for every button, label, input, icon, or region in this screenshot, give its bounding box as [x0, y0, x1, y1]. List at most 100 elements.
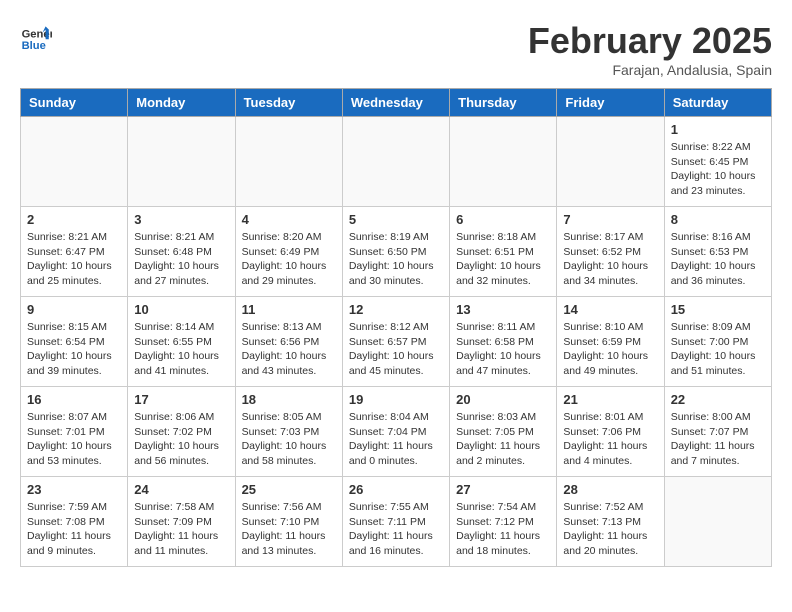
day-info: Sunrise: 8:20 AM Sunset: 6:49 PM Dayligh… [242, 230, 336, 289]
day-number: 2 [27, 212, 121, 227]
day-info: Sunrise: 8:12 AM Sunset: 6:57 PM Dayligh… [349, 320, 443, 379]
day-info: Sunrise: 7:55 AM Sunset: 7:11 PM Dayligh… [349, 500, 443, 559]
calendar-cell: 18 Sunrise: 8:05 AM Sunset: 7:03 PM Dayli… [235, 387, 342, 477]
day-number: 9 [27, 302, 121, 317]
day-info: Sunrise: 7:56 AM Sunset: 7:10 PM Dayligh… [242, 500, 336, 559]
calendar-cell: 12 Sunrise: 8:12 AM Sunset: 6:57 PM Dayli… [342, 297, 449, 387]
day-number: 15 [671, 302, 765, 317]
day-info: Sunrise: 8:07 AM Sunset: 7:01 PM Dayligh… [27, 410, 121, 469]
calendar-cell: 4 Sunrise: 8:20 AM Sunset: 6:49 PM Daylig… [235, 207, 342, 297]
day-info: Sunrise: 7:59 AM Sunset: 7:08 PM Dayligh… [27, 500, 121, 559]
calendar-cell: 13 Sunrise: 8:11 AM Sunset: 6:58 PM Dayli… [450, 297, 557, 387]
day-info: Sunrise: 8:15 AM Sunset: 6:54 PM Dayligh… [27, 320, 121, 379]
day-number: 7 [563, 212, 657, 227]
day-info: Sunrise: 8:11 AM Sunset: 6:58 PM Dayligh… [456, 320, 550, 379]
calendar-cell [557, 117, 664, 207]
calendar-cell: 10 Sunrise: 8:14 AM Sunset: 6:55 PM Dayli… [128, 297, 235, 387]
day-number: 27 [456, 482, 550, 497]
day-info: Sunrise: 8:09 AM Sunset: 7:00 PM Dayligh… [671, 320, 765, 379]
day-info: Sunrise: 7:54 AM Sunset: 7:12 PM Dayligh… [456, 500, 550, 559]
day-info: Sunrise: 8:01 AM Sunset: 7:06 PM Dayligh… [563, 410, 657, 469]
day-info: Sunrise: 8:13 AM Sunset: 6:56 PM Dayligh… [242, 320, 336, 379]
day-number: 5 [349, 212, 443, 227]
calendar-cell: 8 Sunrise: 8:16 AM Sunset: 6:53 PM Daylig… [664, 207, 771, 297]
day-number: 16 [27, 392, 121, 407]
calendar-cell [664, 477, 771, 567]
day-number: 1 [671, 122, 765, 137]
day-info: Sunrise: 7:52 AM Sunset: 7:13 PM Dayligh… [563, 500, 657, 559]
calendar-cell: 9 Sunrise: 8:15 AM Sunset: 6:54 PM Daylig… [21, 297, 128, 387]
day-number: 13 [456, 302, 550, 317]
day-info: Sunrise: 8:14 AM Sunset: 6:55 PM Dayligh… [134, 320, 228, 379]
calendar-cell: 6 Sunrise: 8:18 AM Sunset: 6:51 PM Daylig… [450, 207, 557, 297]
calendar-cell [21, 117, 128, 207]
calendar-cell: 26 Sunrise: 7:55 AM Sunset: 7:11 PM Dayli… [342, 477, 449, 567]
calendar-subtitle: Farajan, Andalusia, Spain [528, 62, 772, 78]
week-row-0: 1 Sunrise: 8:22 AM Sunset: 6:45 PM Daylig… [21, 117, 772, 207]
day-number: 21 [563, 392, 657, 407]
week-row-4: 23 Sunrise: 7:59 AM Sunset: 7:08 PM Dayli… [21, 477, 772, 567]
day-number: 28 [563, 482, 657, 497]
day-info: Sunrise: 8:05 AM Sunset: 7:03 PM Dayligh… [242, 410, 336, 469]
day-info: Sunrise: 8:03 AM Sunset: 7:05 PM Dayligh… [456, 410, 550, 469]
calendar-cell: 3Sunrise: 8:21 AM Sunset: 6:48 PM Daylig… [128, 207, 235, 297]
logo-icon: General Blue [20, 20, 52, 52]
weekday-header-saturday: Saturday [664, 89, 771, 117]
day-number: 20 [456, 392, 550, 407]
page-header: General Blue February 2025 Farajan, Anda… [20, 20, 772, 78]
weekday-header-row: SundayMondayTuesdayWednesdayThursdayFrid… [21, 89, 772, 117]
calendar-cell: 25Sunrise: 7:56 AM Sunset: 7:10 PM Dayli… [235, 477, 342, 567]
weekday-header-monday: Monday [128, 89, 235, 117]
calendar-cell: 1 Sunrise: 8:22 AM Sunset: 6:45 PM Daylig… [664, 117, 771, 207]
day-number: 19 [349, 392, 443, 407]
day-number: 14 [563, 302, 657, 317]
calendar-cell: 24 Sunrise: 7:58 AM Sunset: 7:09 PM Dayli… [128, 477, 235, 567]
calendar-cell: 19 Sunrise: 8:04 AM Sunset: 7:04 PM Dayli… [342, 387, 449, 477]
calendar-cell [450, 117, 557, 207]
day-number: 17 [134, 392, 228, 407]
calendar-cell: 7 Sunrise: 8:17 AM Sunset: 6:52 PM Daylig… [557, 207, 664, 297]
weekday-header-wednesday: Wednesday [342, 89, 449, 117]
day-number: 23 [27, 482, 121, 497]
day-number: 18 [242, 392, 336, 407]
day-info: Sunrise: 8:10 AM Sunset: 6:59 PM Dayligh… [563, 320, 657, 379]
weekday-header-thursday: Thursday [450, 89, 557, 117]
calendar-cell: 28 Sunrise: 7:52 AM Sunset: 7:13 PM Dayli… [557, 477, 664, 567]
day-info: Sunrise: 8:06 AM Sunset: 7:02 PM Dayligh… [134, 410, 228, 469]
weekday-header-friday: Friday [557, 89, 664, 117]
calendar-cell [342, 117, 449, 207]
calendar-table: SundayMondayTuesdayWednesdayThursdayFrid… [20, 88, 772, 567]
day-info: Sunrise: 8:04 AM Sunset: 7:04 PM Dayligh… [349, 410, 443, 469]
day-info: Sunrise: 8:19 AM Sunset: 6:50 PM Dayligh… [349, 230, 443, 289]
day-number: 8 [671, 212, 765, 227]
day-info: Sunrise: 8:00 AM Sunset: 7:07 PM Dayligh… [671, 410, 765, 469]
day-info: Sunrise: 8:21 AM Sunset: 6:48 PM Dayligh… [134, 230, 228, 289]
day-info: Sunrise: 8:22 AM Sunset: 6:45 PM Dayligh… [671, 140, 765, 199]
calendar-cell [128, 117, 235, 207]
day-info: Sunrise: 8:16 AM Sunset: 6:53 PM Dayligh… [671, 230, 765, 289]
day-info: Sunrise: 8:17 AM Sunset: 6:52 PM Dayligh… [563, 230, 657, 289]
day-number: 4 [242, 212, 336, 227]
day-number: 6 [456, 212, 550, 227]
day-number: 12 [349, 302, 443, 317]
day-number: 26 [349, 482, 443, 497]
day-number: 22 [671, 392, 765, 407]
day-number: 10 [134, 302, 228, 317]
logo: General Blue [20, 20, 52, 52]
week-row-3: 16 Sunrise: 8:07 AM Sunset: 7:01 PM Dayli… [21, 387, 772, 477]
day-number: 11 [242, 302, 336, 317]
calendar-cell [235, 117, 342, 207]
weekday-header-sunday: Sunday [21, 89, 128, 117]
calendar-cell: 23 Sunrise: 7:59 AM Sunset: 7:08 PM Dayli… [21, 477, 128, 567]
day-info: Sunrise: 8:18 AM Sunset: 6:51 PM Dayligh… [456, 230, 550, 289]
calendar-cell: 14 Sunrise: 8:10 AM Sunset: 6:59 PM Dayli… [557, 297, 664, 387]
day-number: 24 [134, 482, 228, 497]
calendar-cell: 15 Sunrise: 8:09 AM Sunset: 7:00 PM Dayli… [664, 297, 771, 387]
calendar-cell: 5 Sunrise: 8:19 AM Sunset: 6:50 PM Daylig… [342, 207, 449, 297]
calendar-cell: 11 Sunrise: 8:13 AM Sunset: 6:56 PM Dayli… [235, 297, 342, 387]
week-row-2: 9 Sunrise: 8:15 AM Sunset: 6:54 PM Daylig… [21, 297, 772, 387]
calendar-cell: 27 Sunrise: 7:54 AM Sunset: 7:12 PM Dayli… [450, 477, 557, 567]
svg-text:Blue: Blue [22, 40, 46, 52]
day-info: Sunrise: 8:21 AM Sunset: 6:47 PM Dayligh… [27, 230, 121, 289]
day-info: Sunrise: 7:58 AM Sunset: 7:09 PM Dayligh… [134, 500, 228, 559]
